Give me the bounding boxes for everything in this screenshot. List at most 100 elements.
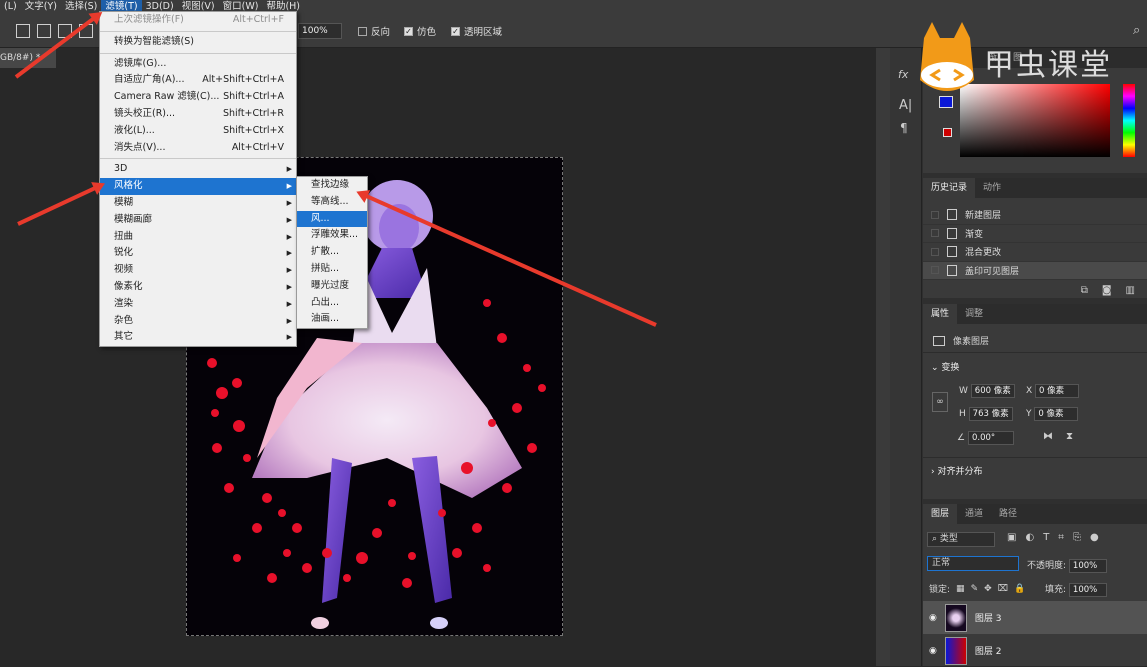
add-selection-icon[interactable] — [37, 24, 51, 38]
submenu-arrow-icon: ▶ — [286, 232, 292, 241]
history-item-label: 渐变 — [965, 229, 984, 240]
filter-menu-item-11[interactable]: 3D ▶ — [100, 161, 296, 178]
stylize-menu-item-3[interactable]: 浮雕效果... — [297, 227, 367, 244]
filter-shape-icon[interactable]: ⌗ — [1058, 532, 1064, 543]
filter-menu-item-0[interactable]: 上次滤镜操作(F) Alt+Ctrl+F — [100, 12, 296, 29]
stylize-menu-item-5[interactable]: 拼贴... — [297, 261, 367, 278]
flip-vertical-icon[interactable]: ⧗ — [1066, 431, 1073, 442]
stylize-menu-item-6[interactable]: 曝光过度 — [297, 278, 367, 295]
filter-menu-item-8[interactable]: 液化(L)... Shift+Ctrl+X — [100, 123, 296, 140]
history-source-checkbox[interactable] — [931, 266, 939, 275]
lock-position-icon[interactable]: ✥ — [984, 584, 992, 594]
trash-icon[interactable]: ▥ — [1126, 285, 1135, 296]
new-selection-icon[interactable] — [16, 24, 30, 38]
menu-1[interactable]: 文字(Y) — [21, 0, 61, 14]
menu-0[interactable]: (L) — [0, 0, 21, 14]
layer-row[interactable]: ◉ 图层 2 — [923, 634, 1147, 667]
visibility-eye-icon[interactable]: ◉ — [929, 613, 937, 623]
filter-adjustment-icon[interactable]: ◐ — [1025, 532, 1034, 543]
history-state-icon — [947, 246, 957, 258]
reverse-checkbox[interactable]: 反向 — [358, 24, 390, 38]
layer-filter-select[interactable]: ⌕ 类型 — [927, 532, 995, 547]
paragraph-icon[interactable]: ¶ — [900, 121, 908, 135]
filter-menu-item-13[interactable]: 模糊 ▶ — [100, 195, 296, 212]
history-source-checkbox[interactable] — [931, 210, 939, 219]
vertical-scrollbar[interactable] — [876, 48, 890, 666]
history-source-checkbox[interactable] — [931, 247, 939, 256]
history-item[interactable]: 盖印可见图层 — [923, 261, 1147, 280]
filter-menu-item-6[interactable]: Camera Raw 滤镜(C)... Shift+Ctrl+A — [100, 89, 296, 106]
lock-artboard-icon[interactable]: ⌧ — [998, 584, 1008, 594]
history-item-label: 新建图层 — [965, 211, 1002, 222]
transparency-checkbox[interactable]: ✓ 透明区域 — [451, 24, 502, 38]
logo-text: 甲虫课堂 — [984, 48, 1112, 83]
angle-field[interactable]: 0.00° — [967, 431, 1014, 445]
filter-menu-item-21[interactable]: 其它 ▶ — [100, 329, 296, 346]
transform-section[interactable]: ⌄ 变换 — [931, 360, 959, 373]
lock-transparent-icon[interactable]: ▦ — [956, 584, 965, 594]
zoom-select[interactable]: 100% — [298, 23, 342, 39]
visibility-eye-icon[interactable]: ◉ — [929, 646, 937, 656]
stylize-menu-item-8[interactable]: 油画... — [297, 311, 367, 328]
menu-item-label: 浮雕效果... — [311, 229, 359, 241]
height-field[interactable]: 763 像素 — [968, 407, 1013, 421]
tab-properties[interactable]: 属性 — [923, 304, 958, 324]
filter-type-icon[interactable]: T — [1043, 532, 1049, 543]
history-source-checkbox[interactable] — [931, 229, 939, 238]
dither-checkbox[interactable]: ✓ 仿色 — [404, 24, 436, 38]
tab-channels[interactable]: 通道 — [957, 504, 991, 524]
submenu-arrow-icon: ▶ — [286, 282, 292, 291]
layer-row[interactable]: ◉ 图层 3 — [923, 601, 1147, 634]
character-icon[interactable]: A| — [899, 98, 912, 113]
filter-menu-item-2[interactable]: 转换为智能滤镜(S) — [100, 34, 296, 51]
filter-pixel-icon[interactable]: ▣ — [1007, 532, 1016, 543]
history-item[interactable]: 新建图层 — [923, 206, 1147, 225]
lock-paint-icon[interactable]: ✎ — [971, 584, 979, 594]
align-label: 对齐并分布 — [937, 467, 983, 477]
filter-toggle-icon[interactable]: ● — [1090, 532, 1099, 543]
align-section[interactable]: › 对齐并分布 — [931, 464, 982, 477]
menu-separator — [100, 30, 296, 32]
filter-menu-item-15[interactable]: 扭曲 ▶ — [100, 229, 296, 246]
history-item[interactable]: 混合更改 — [923, 243, 1147, 262]
tab-layers[interactable]: 图层 — [923, 504, 958, 524]
fx-icon[interactable]: fx — [898, 68, 908, 81]
filter-menu-item-14[interactable]: 模糊画廊 ▶ — [100, 212, 296, 229]
filter-menu-item-7[interactable]: 镜头校正(R)... Shift+Ctrl+R — [100, 106, 296, 123]
x-field[interactable]: 0 像素 — [1035, 384, 1080, 398]
filter-menu-item-4[interactable]: 滤镜库(G)... — [100, 56, 296, 73]
menu-item-label: 消失点(V)... — [114, 141, 166, 153]
tab-history[interactable]: 历史记录 — [923, 178, 976, 198]
y-field[interactable]: 0 像素 — [1034, 407, 1079, 421]
background-swatch[interactable] — [943, 128, 952, 137]
filter-menu-item-16[interactable]: 锐化 ▶ — [100, 245, 296, 262]
lock-all-icon[interactable]: 🔒 — [1014, 584, 1025, 594]
filter-menu-item-9[interactable]: 消失点(V)... Alt+Ctrl+V — [100, 140, 296, 157]
tab-paths[interactable]: 路径 — [991, 504, 1025, 524]
opacity-field[interactable]: 100% — [1068, 559, 1107, 573]
menu-item-label: 渲染 — [114, 297, 134, 309]
width-field[interactable]: 600 像素 — [970, 384, 1015, 398]
stylize-menu-item-7[interactable]: 凸出... — [297, 295, 367, 312]
filter-menu-item-12[interactable]: 风格化 ▶ — [100, 178, 296, 195]
blend-mode-select[interactable]: 正常 — [927, 556, 1019, 571]
new-document-from-state-icon[interactable]: ⧉ — [1081, 285, 1088, 296]
stylize-menu-item-2[interactable]: 风... — [297, 210, 367, 228]
filter-menu-item-5[interactable]: 自适应广角(A)... Alt+Shift+Ctrl+A — [100, 72, 296, 89]
filter-menu-item-17[interactable]: 视频 ▶ — [100, 262, 296, 279]
submenu-arrow-icon: ▶ — [286, 333, 292, 342]
filter-menu-item-18[interactable]: 像素化 ▶ — [100, 279, 296, 296]
filter-menu-item-20[interactable]: 杂色 ▶ — [100, 313, 296, 330]
history-item[interactable]: 渐变 — [923, 225, 1147, 243]
lock-label: 锁定: — [929, 585, 951, 595]
tab-adjustments[interactable]: 调整 — [957, 304, 991, 324]
filter-smart-icon[interactable]: ⎘ — [1073, 532, 1081, 543]
stylize-menu-item-4[interactable]: 扩散... — [297, 244, 367, 261]
menu-item-label: 扩散... — [311, 246, 340, 258]
flip-horizontal-icon[interactable]: ⧓ — [1043, 431, 1053, 442]
fill-field[interactable]: 100% — [1068, 583, 1107, 597]
filter-menu-item-19[interactable]: 渲染 ▶ — [100, 296, 296, 313]
link-icon[interactable]: ∞ — [932, 392, 948, 412]
tab-actions[interactable]: 动作 — [975, 178, 1009, 198]
snapshot-icon[interactable]: ◙ — [1102, 285, 1112, 296]
